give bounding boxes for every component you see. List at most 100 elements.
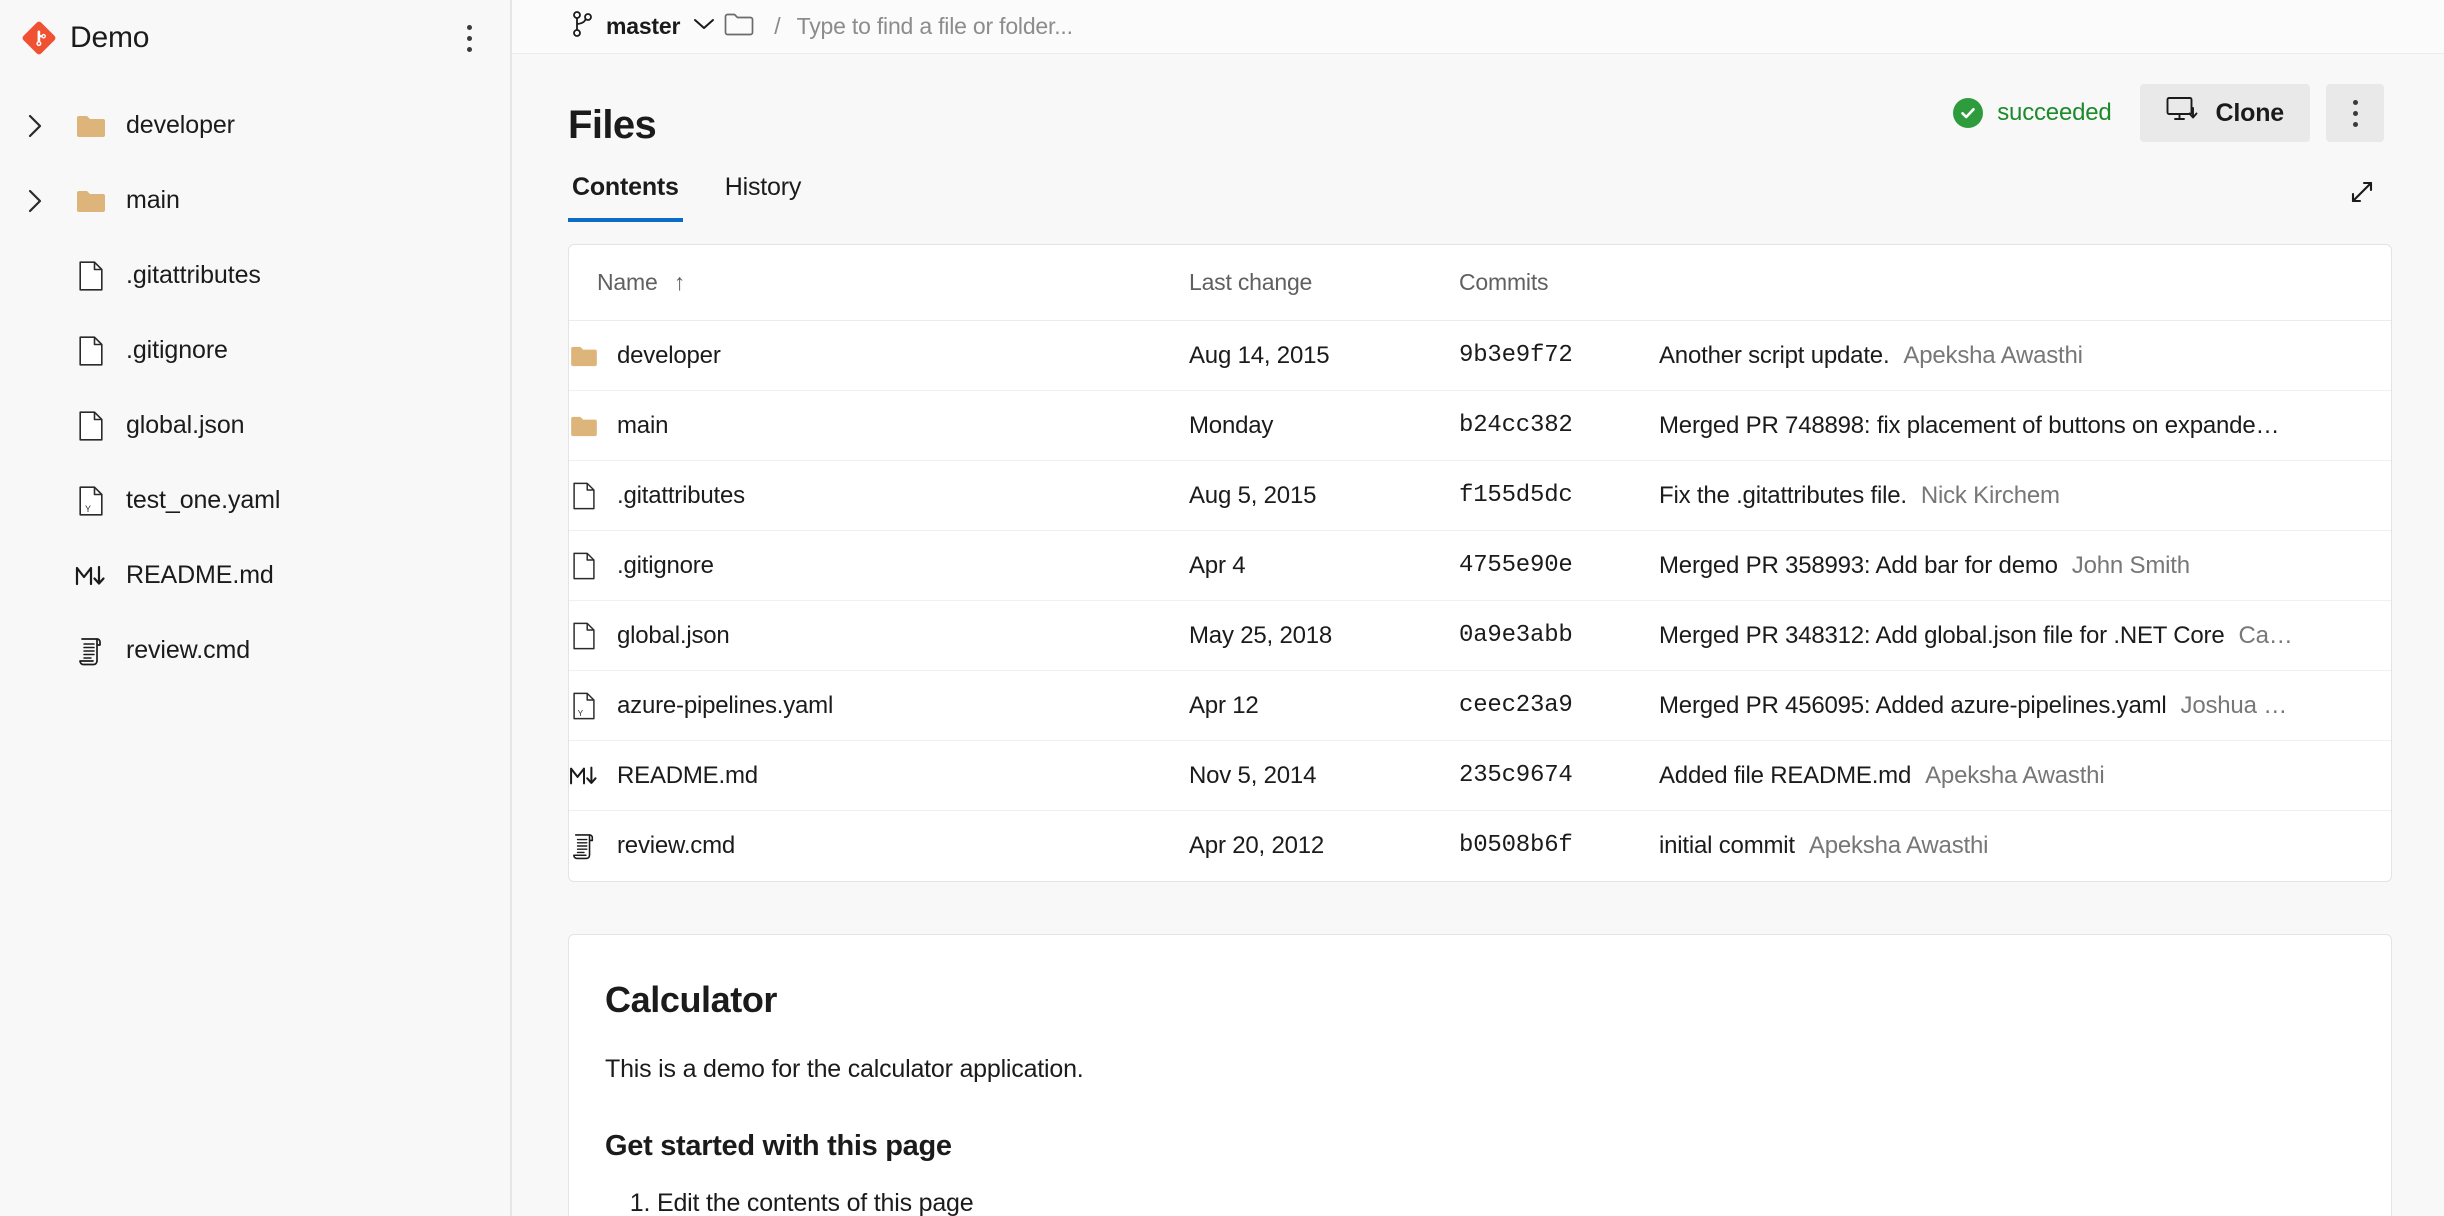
commit-message-text: Merged PR 456095: Added azure-pipelines.… bbox=[1659, 691, 2167, 719]
file-icon bbox=[72, 335, 110, 366]
files-table: Name ↑ Last change Commits developer Aug… bbox=[569, 245, 2391, 881]
table-row[interactable]: review.cmd Apr 20, 2012 b0508b6f initial… bbox=[569, 811, 2391, 881]
cell-name: main bbox=[569, 390, 1189, 461]
file-link[interactable]: .gitattributes bbox=[569, 482, 1189, 510]
cell-commit-message: Fix the .gitattributes file. Nick Kirche… bbox=[1659, 460, 2391, 531]
table-row[interactable]: global.json May 25, 2018 0a9e3abb Merged… bbox=[569, 600, 2391, 671]
check-circle-icon bbox=[1953, 98, 1984, 128]
markdown-icon bbox=[569, 764, 599, 788]
file-link[interactable]: .gitignore bbox=[569, 552, 1189, 580]
cell-commit-message: initial commit Apeksha Awasthi bbox=[1659, 811, 2391, 881]
folder-icon bbox=[72, 189, 110, 213]
tree-item-readme-md[interactable]: README.md bbox=[0, 538, 510, 613]
chevron-right-icon[interactable] bbox=[18, 188, 54, 214]
folder-breadcrumb-root[interactable] bbox=[724, 12, 754, 41]
tree-item-gitattributes[interactable]: .gitattributes bbox=[0, 238, 510, 313]
file-link[interactable]: main bbox=[569, 412, 1189, 440]
column-header-name-label: Name bbox=[597, 269, 658, 295]
tree-item-main[interactable]: main bbox=[0, 163, 510, 238]
build-status-label: succeeded bbox=[1997, 99, 2112, 126]
cell-name: .gitattributes bbox=[569, 460, 1189, 531]
tab-contents[interactable]: Contents bbox=[568, 173, 683, 222]
clone-button[interactable]: Clone bbox=[2139, 84, 2310, 142]
cell-last-change: Apr 20, 2012 bbox=[1189, 831, 1325, 859]
folder-outline-icon bbox=[724, 12, 754, 41]
cell-commit-message: Merged PR 358993: Add bar for demo John … bbox=[1659, 530, 2391, 601]
commit-author-name: John Smith bbox=[2071, 551, 2190, 579]
tree-item-label: global.json bbox=[126, 411, 245, 439]
file-link[interactable]: developer bbox=[569, 342, 1189, 370]
expand-diagonal-icon[interactable] bbox=[2340, 170, 2384, 214]
tree-item-gitignore[interactable]: .gitignore bbox=[0, 313, 510, 388]
sidebar-more-options-button[interactable] bbox=[452, 18, 486, 58]
file-link[interactable]: Y azure-pipelines.yaml bbox=[569, 692, 1189, 720]
tree-item-label: test_one.yaml bbox=[126, 486, 281, 514]
cell-name: Y azure-pipelines.yaml bbox=[569, 670, 1189, 741]
build-status-badge[interactable]: succeeded bbox=[1953, 98, 2112, 128]
tree-item-review-cmd[interactable]: review.cmd bbox=[0, 613, 510, 688]
file-name-label: global.json bbox=[617, 621, 730, 649]
cell-last-change: Aug 5, 2015 bbox=[1189, 460, 1459, 531]
repo-sidebar: Demo developer main .gitattributes .giti… bbox=[0, 0, 512, 1216]
table-row[interactable]: .gitignore Apr 4 4755e90e Merged PR 3589… bbox=[569, 530, 2391, 601]
cell-commit-hash[interactable]: b24cc382 bbox=[1459, 390, 1659, 461]
commit-author-name: Apeksha Awasthi bbox=[1903, 341, 2083, 369]
cell-last-change: Nov 5, 2014 bbox=[1189, 740, 1459, 811]
chevron-right-icon[interactable] bbox=[18, 113, 54, 139]
git-repo-icon bbox=[22, 21, 56, 55]
cell-commit-message: Merged PR 748898: fix placement of butto… bbox=[1659, 390, 2391, 461]
commit-author-name: Apeksha Awasthi bbox=[1925, 761, 2105, 789]
file-name-label: README.md bbox=[617, 761, 758, 789]
branch-selector[interactable]: master bbox=[564, 6, 724, 47]
tab-history[interactable]: History bbox=[721, 173, 805, 222]
file-name-label: developer bbox=[617, 341, 721, 369]
column-header-last-change[interactable]: Last change bbox=[1189, 245, 1459, 321]
yaml-file-icon: Y bbox=[569, 692, 599, 720]
cell-commit-hash[interactable]: 235c9674 bbox=[1459, 740, 1659, 811]
commit-message-text: Merged PR 748898: fix placement of butto… bbox=[1659, 411, 2280, 439]
column-header-commits[interactable]: Commits bbox=[1459, 245, 1659, 321]
folder-icon bbox=[569, 415, 599, 437]
file-name-label: main bbox=[617, 411, 669, 439]
readme-heading: Calculator bbox=[605, 978, 778, 1020]
files-table-card: Name ↑ Last change Commits developer Aug… bbox=[568, 244, 2392, 882]
main-content: master / Files succeeded bbox=[512, 0, 2444, 1216]
tree-item-developer[interactable]: developer bbox=[0, 88, 510, 163]
file-link[interactable]: global.json bbox=[569, 622, 1189, 650]
repo-name[interactable]: Demo bbox=[70, 21, 452, 55]
cell-commit-hash[interactable]: 4755e90e bbox=[1459, 530, 1659, 601]
table-row[interactable]: README.md Nov 5, 2014 235c9674 Added fil… bbox=[569, 740, 2391, 811]
cell-last-change: Apr 4 bbox=[1189, 530, 1459, 601]
cell-commit-hash[interactable]: f155d5dc bbox=[1459, 460, 1659, 531]
header-more-options-button[interactable] bbox=[2326, 84, 2384, 142]
file-search-input[interactable] bbox=[796, 13, 1437, 40]
file-name-label: azure-pipelines.yaml bbox=[617, 691, 834, 719]
file-icon bbox=[569, 552, 599, 580]
table-row[interactable]: .gitattributes Aug 5, 2015 f155d5dc Fix … bbox=[569, 460, 2391, 531]
cell-commit-message: Merged PR 348312: Add global.json file f… bbox=[1659, 600, 2391, 671]
column-header-name[interactable]: Name ↑ bbox=[569, 245, 1189, 321]
table-row[interactable]: Y azure-pipelines.yaml Apr 12 ceec23a9 M… bbox=[569, 670, 2391, 741]
tree-item-label: .gitignore bbox=[126, 336, 228, 364]
table-row[interactable]: main Monday b24cc382 Merged PR 748898: f… bbox=[569, 390, 2391, 461]
file-icon bbox=[569, 622, 599, 650]
tree-item-global-json[interactable]: global.json bbox=[0, 388, 510, 463]
git-branch-icon bbox=[572, 10, 594, 43]
cell-name: global.json bbox=[569, 600, 1189, 671]
cell-commit-hash[interactable]: 9b3e9f72 bbox=[1459, 320, 1659, 391]
tree-item-test-one-yaml[interactable]: Y test_one.yaml bbox=[0, 463, 510, 538]
cell-commit-message: Merged PR 456095: Added azure-pipelines.… bbox=[1659, 670, 2391, 741]
table-row[interactable]: developer Aug 14, 2015 9b3e9f72 Another … bbox=[569, 320, 2391, 391]
cell-commit-message: Added file README.md Apeksha Awasthi bbox=[1659, 740, 2391, 811]
commit-message-text: Added file README.md bbox=[1659, 761, 1912, 789]
cell-commit-hash[interactable]: 0a9e3abb bbox=[1459, 600, 1659, 671]
file-link[interactable]: README.md bbox=[569, 762, 1189, 790]
clone-button-label: Clone bbox=[2215, 98, 2285, 127]
file-link[interactable]: review.cmd bbox=[569, 832, 1189, 860]
cell-commit-hash[interactable]: ceec23a9 bbox=[1459, 670, 1659, 741]
tree-item-label: main bbox=[126, 186, 180, 214]
cell-last-change: Monday bbox=[1189, 390, 1459, 461]
file-name-label: review.cmd bbox=[617, 831, 736, 859]
cell-commit-hash[interactable]: b0508b6f bbox=[1459, 811, 1659, 881]
tree-item-label: review.cmd bbox=[126, 636, 251, 664]
